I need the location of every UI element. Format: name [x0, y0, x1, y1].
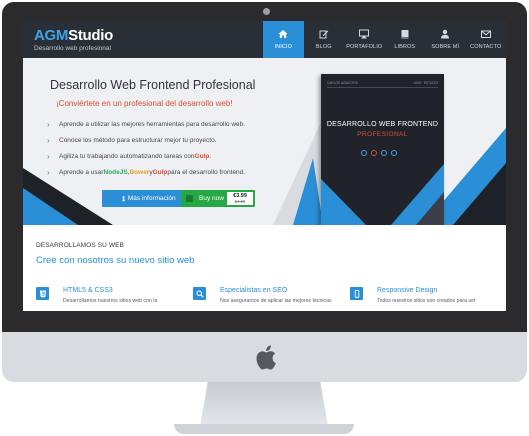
tech-icon [361, 150, 367, 156]
service-title[interactable]: Responsive Design [377, 287, 437, 294]
hero-title: Desarrollo Web Frontend Profesional [50, 78, 256, 92]
magnifier-icon [193, 287, 206, 300]
feature-item: › Agiliza tu trabajando automatizando ta… [47, 148, 245, 164]
logo-part-studio: Studio [68, 27, 113, 44]
site-logo[interactable]: AGMStudio [34, 27, 113, 44]
book-cover[interactable]: CARLOS AZAUSTRE AGM · ESTUDIO DESARROLLO… [321, 74, 444, 225]
service-title[interactable]: Especialistas en SEO [220, 287, 287, 294]
website-screen: AGMStudio Desarrollo web profesional INI… [23, 21, 506, 311]
book-author: CARLOS AZAUSTRE [327, 81, 358, 85]
chevron-right-icon: › [47, 151, 50, 161]
logo-part-agm: AGM [34, 27, 69, 44]
book-divider [327, 87, 438, 88]
book-tech-icons [361, 150, 397, 156]
nav-label: PORTAFOLIO [346, 44, 383, 50]
highlight-gulp: Gulp [194, 152, 210, 160]
feature-item: › Conoce los método para estructurar mej… [47, 132, 245, 148]
home-icon [278, 30, 288, 38]
feature-text: Conoce los método para estructurar mejor… [59, 136, 217, 144]
info-icon: ℹ [122, 195, 125, 203]
hero-section: Desarrollo Web Frontend Profesional ¡Con… [23, 58, 506, 225]
price-old: $4.99 [234, 199, 246, 204]
nav-label: INICIO [274, 44, 292, 50]
nav-item-blog[interactable]: BLOG [304, 21, 345, 58]
main-nav: INICIO BLOG PORTAFOLIO LIBROS SOBRE MÍ C… [263, 21, 506, 58]
book-icon [401, 30, 409, 39]
monitor-icon [359, 29, 370, 39]
nav-item-sobre-mi[interactable]: SOBRE MÍ [425, 21, 466, 58]
camera-dot [263, 8, 270, 15]
book-title: DESARROLLO WEB FRONTEND [326, 121, 439, 128]
nav-label: CONTACTO [470, 44, 502, 50]
buy-now-button[interactable]: Buy now €3.99 $4.99 [181, 190, 255, 207]
feature-list: › Aprende a utilizar las mejores herrami… [47, 116, 245, 180]
book-header: CARLOS AZAUSTRE AGM · ESTUDIO [321, 81, 444, 85]
highlight-gulp: Gulp [152, 168, 168, 176]
nav-item-inicio[interactable]: INICIO [263, 21, 304, 58]
feature-item: › Aprende a usar NodeJS, Bower y Gulp pa… [47, 164, 245, 180]
apple-logo-icon [256, 345, 276, 370]
nav-item-portafolio[interactable]: PORTAFOLIO [344, 21, 385, 58]
service-title[interactable]: HTML5 & CSS3 [63, 287, 113, 294]
chevron-right-icon: › [47, 135, 50, 145]
monitor-stand-base [174, 424, 354, 434]
more-info-label: Más información [127, 195, 176, 202]
tech-icon [391, 150, 397, 156]
feature-text-end: para el desarrollo frontend. [167, 168, 246, 176]
user-icon [441, 29, 450, 39]
feature-text: Aprende a usar [59, 168, 104, 176]
section-label: DESARROLLAMOS SU WEB [36, 242, 124, 249]
feature-item: › Aprende a utilizar las mejores herrami… [47, 116, 245, 132]
mobile-icon [350, 287, 363, 300]
price-box: €3.99 $4.99 [227, 192, 253, 205]
chevron-right-icon: › [47, 119, 50, 129]
feature-text: Agiliza tu trabajando automatizando tare… [59, 152, 195, 160]
edit-icon [319, 30, 329, 39]
feature-text: Aprende a utilizar las mejores herramien… [59, 120, 246, 128]
tech-icon [371, 150, 377, 156]
tech-icon [381, 150, 387, 156]
service-text: Nos aseguramos de aplicar las mejores té… [220, 298, 332, 304]
envelope-icon [480, 30, 491, 38]
nav-label: BLOG [315, 44, 332, 50]
nav-item-libros[interactable]: LIBROS [385, 21, 426, 58]
monitor-stand [200, 382, 328, 426]
nav-label: SOBRE MÍ [431, 44, 460, 50]
service-text: Desarrollamos nuestros sitios web con la [63, 298, 158, 304]
chevron-right-icon: › [47, 167, 50, 177]
book-subtitle: PROFESIONAL [357, 131, 408, 138]
feature-text-end: . [209, 152, 212, 160]
site-tagline: Desarrollo web profesional [34, 45, 111, 52]
buy-now-label: Buy now [199, 195, 224, 202]
section-title: Cree con nosotros su nuevo sitio web [36, 255, 195, 266]
highlight-nodejs: NodeJS [103, 168, 128, 176]
book-publisher: AGM · ESTUDIO [413, 81, 438, 85]
service-text: Todos nuestros sitios son creados para s… [377, 298, 476, 304]
hero-subtitle: ¡Conviértete en un profesional del desar… [56, 99, 233, 108]
nav-item-contacto[interactable]: CONTACTO [466, 21, 507, 58]
highlight-bower: Bower [129, 168, 150, 176]
site-header: AGMStudio Desarrollo web profesional INI… [23, 21, 506, 58]
html5-icon [36, 287, 49, 300]
cart-icon [186, 195, 193, 202]
nav-label: LIBROS [394, 44, 416, 50]
